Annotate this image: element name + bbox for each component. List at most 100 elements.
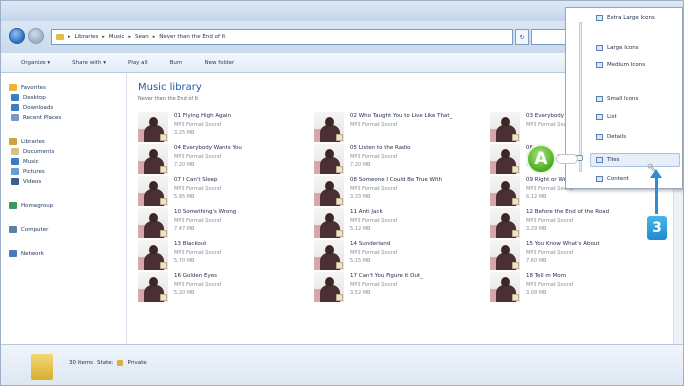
music-file-icon	[160, 134, 167, 141]
track-size: 5.20 MB	[174, 290, 195, 296]
sidebar-item-computer[interactable]: Computer	[9, 226, 48, 233]
view-option-medium-icons[interactable]: Medium Icons	[596, 62, 645, 68]
music-tile[interactable]: 16 Golden Eyes MP3 Format Sound 5.20 MB	[138, 272, 314, 304]
sidebar-item-pictures[interactable]: Pictures	[11, 168, 45, 175]
sidebar-item-libraries[interactable]: Libraries	[9, 138, 45, 145]
status-info: 30 items State: Private	[69, 360, 147, 366]
view-option-content[interactable]: Content	[596, 176, 629, 182]
library-subtitle: Never than the End of It	[138, 96, 199, 102]
explorer-window: ▸ Libraries ▸ Music ▸ Sean ▸ Never than …	[0, 0, 684, 386]
album-art	[138, 240, 168, 270]
music-file-icon	[512, 198, 519, 205]
breadcrumb-libraries[interactable]: Libraries	[75, 34, 99, 40]
sidebar-item-recent-places[interactable]: Recent Places	[11, 114, 61, 121]
track-size: 7.60 MB	[526, 258, 547, 264]
burn-button[interactable]: Burn	[170, 60, 183, 66]
navigation-pane: Favorites Desktop Downloads Recent Place…	[1, 74, 127, 344]
music-tile[interactable]: 05 Listen to the Radio MP3 Format Sound 7.…	[314, 144, 490, 176]
refresh-icon: ↻	[519, 33, 525, 41]
track-type: MP3 Format Sound	[526, 218, 574, 224]
breadcrumb-music[interactable]: Music	[109, 34, 125, 40]
music-tile[interactable]: 07 I Can't Sleep MP3 Format Sound 5.95 MB	[138, 176, 314, 208]
music-file-icon	[336, 134, 343, 141]
track-size: 5.70 MB	[174, 258, 195, 264]
view-option-list[interactable]: List	[596, 114, 617, 120]
track-name: 10 Something's Wrong	[174, 209, 237, 215]
album-art	[314, 144, 344, 174]
music-file-icon	[336, 230, 343, 237]
sidebar-item-network[interactable]: Network	[9, 250, 44, 257]
music-tile[interactable]: 08 Someone I Could Be True With MP3 Forma…	[314, 176, 490, 208]
sidebar-item-favorites[interactable]: Favorites	[9, 84, 46, 91]
music-tile[interactable]: 13 Blackout MP3 Format Sound 5.70 MB	[138, 240, 314, 272]
computer-icon	[9, 226, 17, 233]
track-type: MP3 Format Sound	[174, 282, 222, 288]
track-size: 5.15 MB	[350, 258, 371, 264]
view-option-extra-large-icons[interactable]: Extra Large Icons	[596, 15, 655, 21]
callout-a-badge: A	[526, 144, 556, 174]
music-tile[interactable]: 11 Anti Jack MP3 Format Sound 5.12 MB	[314, 208, 490, 240]
album-art	[138, 272, 168, 302]
track-name: 04 Everybody Wants You	[174, 145, 242, 151]
library-title: Music library	[138, 82, 202, 93]
address-bar[interactable]: ▸ Libraries ▸ Music ▸ Sean ▸ Never than …	[51, 29, 513, 45]
details-icon	[596, 134, 603, 140]
refresh-button[interactable]: ↻	[515, 29, 529, 45]
album-art	[314, 176, 344, 206]
item-count: 30 items	[69, 360, 94, 366]
music-tile[interactable]: 12 Before the End of the Road MP3 Format …	[490, 208, 666, 240]
homegroup-icon	[9, 202, 17, 209]
share-state: Private	[127, 360, 147, 366]
music-tile[interactable]: 04 Everybody Wants You MP3 Format Sound 7.…	[138, 144, 314, 176]
organize-button[interactable]: Organize ▾	[21, 60, 50, 66]
track-name: 11 Anti Jack	[350, 209, 383, 215]
sidebar-item-videos[interactable]: Videos	[11, 178, 41, 185]
music-file-icon	[160, 230, 167, 237]
new-folder-button[interactable]: New folder	[205, 60, 235, 66]
sidebar-item-homegroup[interactable]: Homegroup	[9, 202, 53, 209]
album-art	[490, 208, 520, 238]
extra-large-icons-icon	[596, 15, 603, 21]
view-option-large-icons[interactable]: Large Icons	[596, 45, 639, 51]
track-size: 3.09 MB	[526, 290, 547, 296]
videos-icon	[11, 178, 19, 185]
play-all-button[interactable]: Play all	[128, 60, 148, 66]
music-file-icon	[160, 294, 167, 301]
music-tile[interactable]: 02 Who Taught You to Live Like That_ MP3 …	[314, 112, 490, 144]
sidebar-item-desktop[interactable]: Desktop	[11, 94, 46, 101]
music-file-icon	[160, 166, 167, 173]
callout-arrow	[655, 176, 658, 216]
list-icon	[596, 114, 603, 120]
view-option-small-icons[interactable]: Small Icons	[596, 96, 638, 102]
track-name: 17 Can't You Figure It Out_	[350, 273, 423, 279]
album-art	[490, 112, 520, 142]
track-type: MP3 Format Sound	[350, 218, 398, 224]
breadcrumb-album[interactable]: Never than the End of It	[159, 34, 225, 40]
track-size: 7.20 MB	[350, 162, 371, 168]
music-tile[interactable]: 14 Sunderland MP3 Format Sound 5.15 MB	[314, 240, 490, 272]
back-button[interactable]	[9, 28, 25, 44]
sidebar-item-downloads[interactable]: Downloads	[11, 104, 53, 111]
view-option-tiles[interactable]: Tiles	[596, 157, 620, 163]
view-slider-track[interactable]	[579, 22, 582, 172]
album-art	[490, 240, 520, 270]
music-tile[interactable]: 10 Something's Wrong MP3 Format Sound 7.47…	[138, 208, 314, 240]
recent-places-icon	[11, 114, 19, 121]
view-option-details[interactable]: Details	[596, 134, 626, 140]
music-tile[interactable]: 15 You Know What's About MP3 Format Sound…	[490, 240, 666, 272]
album-art	[490, 272, 520, 302]
folder-icon	[31, 354, 53, 380]
music-tile[interactable]: 17 Can't You Figure It Out_ MP3 Format So…	[314, 272, 490, 304]
content-icon	[596, 176, 603, 182]
share-with-button[interactable]: Share with ▾	[72, 60, 106, 66]
music-tile[interactable]: 18 Tell m Mom MP3 Format Sound 3.09 MB	[490, 272, 666, 304]
sidebar-item-documents[interactable]: Documents	[11, 148, 54, 155]
forward-button[interactable]	[28, 28, 44, 44]
album-art	[314, 240, 344, 270]
sidebar-item-music[interactable]: Music	[11, 158, 39, 165]
state-label: State:	[97, 360, 114, 366]
music-tile[interactable]: 01 Flying High Again MP3 Format Sound 3.25…	[138, 112, 314, 144]
libraries-icon	[9, 138, 17, 145]
album-art	[138, 112, 168, 142]
breadcrumb-artist[interactable]: Sean	[135, 34, 149, 40]
